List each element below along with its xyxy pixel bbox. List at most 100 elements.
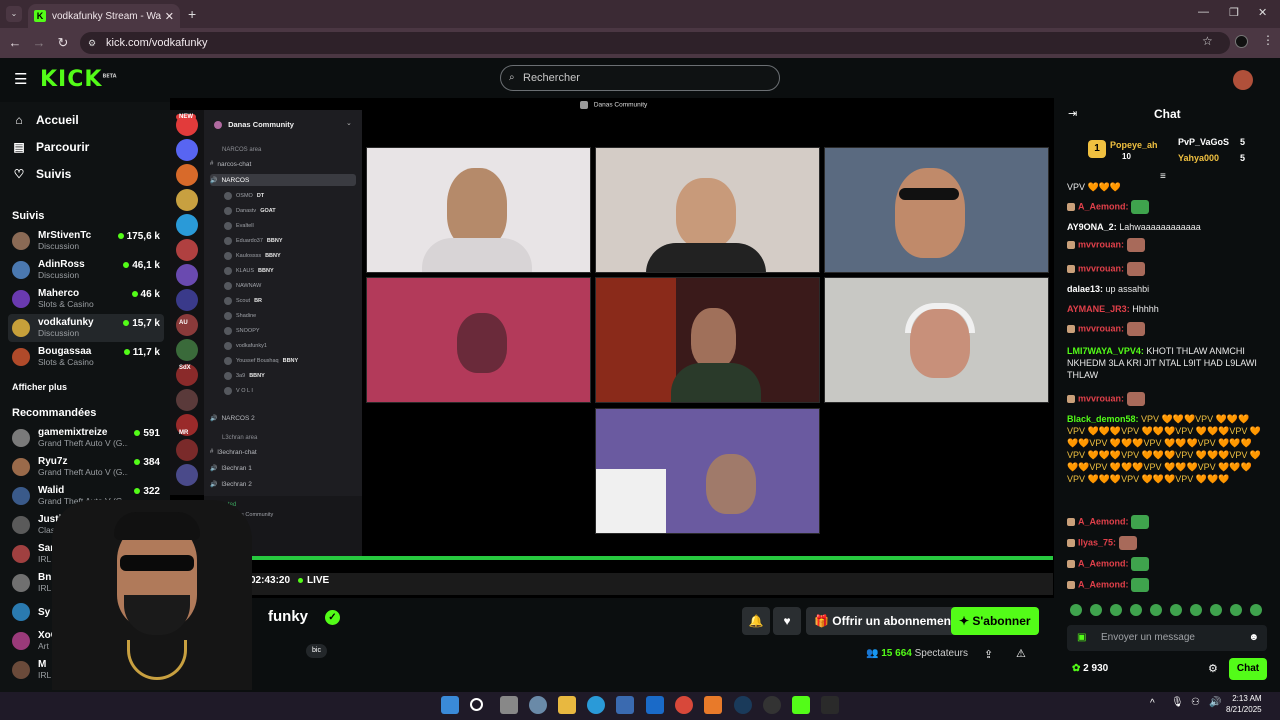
nav-home[interactable]: ⌂ Accueil [12, 113, 78, 127]
discord-server-icon[interactable] [176, 464, 198, 486]
discord-voice-user[interactable]: Scout BR [224, 297, 262, 305]
outlook-icon[interactable] [646, 696, 664, 714]
discord-voice-user[interactable]: KLAUS BBNY [224, 267, 274, 275]
chat-username[interactable]: A_Aemond: [1078, 201, 1129, 211]
profile-avatar[interactable] [1235, 35, 1248, 48]
see-more-link[interactable]: Afficher plus [12, 382, 67, 392]
discord-server-icon[interactable] [176, 239, 198, 261]
discord-voice-user[interactable]: Danastv GOAT [224, 207, 276, 215]
discord-voice-user[interactable]: Shadine [224, 312, 256, 320]
sidebar-channel[interactable]: MrStivenTc Discussion 175,6 k [8, 227, 164, 255]
chat-username[interactable]: Ilyas_75: [1078, 537, 1116, 547]
notification-bell-button[interactable]: 🔔 [742, 607, 770, 635]
chat-message[interactable]: A_Aemond: [1067, 515, 1267, 529]
follow-heart-button[interactable]: ♥ [773, 607, 801, 635]
chat-message[interactable]: mvvrouan: [1067, 322, 1267, 336]
obs-icon[interactable] [763, 696, 781, 714]
send-chat-button[interactable]: Chat [1229, 658, 1267, 680]
discord-server-icon[interactable] [176, 339, 198, 361]
taskbar-search-icon[interactable] [470, 698, 483, 711]
chat-username[interactable]: A_Aemond: [1078, 579, 1129, 589]
discord-server-icon[interactable] [176, 289, 198, 311]
discord-server-icon[interactable] [176, 189, 198, 211]
gift-subscription-button[interactable]: 🎁 Offrir un abonnement [806, 607, 963, 635]
channel-name[interactable]: funky [268, 608, 308, 625]
chat-message[interactable]: mvvrouan: [1067, 238, 1267, 252]
discord-channel[interactable]: 🔊 l3echran 1 [210, 462, 356, 474]
edge-icon[interactable] [587, 696, 605, 714]
store-icon[interactable] [616, 696, 634, 714]
chat-message[interactable]: mvvrouan: [1067, 392, 1267, 406]
report-icon[interactable]: ⚠ [1016, 647, 1026, 660]
kick-app-icon[interactable] [792, 696, 810, 714]
chat-message[interactable]: AYMANE_JR3: Hhhhh [1067, 303, 1267, 315]
app-icon[interactable] [704, 696, 722, 714]
discord-channel[interactable]: # l3echran-chat [210, 446, 356, 458]
chat-message[interactable]: AY9ONA_2: Lahwaaaaaaaaaaaa [1067, 221, 1267, 233]
nav-following[interactable]: ♡ Suivis [12, 167, 72, 181]
chat-message[interactable]: Ilyas_75: [1067, 536, 1267, 550]
emote-shortcut[interactable] [1250, 604, 1262, 616]
discord-voice-user[interactable]: OSMO DT [224, 192, 264, 200]
discord-voice-user[interactable]: Kaulossss BBNY [224, 252, 281, 260]
terminal-icon[interactable] [821, 696, 839, 714]
chat-input[interactable]: ▣ Envoyer un message ☻ [1067, 625, 1267, 651]
discord-channel[interactable]: 🔊 NARCOS [210, 174, 356, 186]
discord-server-icon[interactable] [176, 389, 198, 411]
subscribe-button[interactable]: ✦ S'abonner [951, 607, 1039, 635]
emote-shortcut[interactable] [1130, 604, 1142, 616]
discord-channel[interactable]: # narcos-chat [210, 158, 356, 170]
microphone-icon[interactable]: 🎙 [1171, 697, 1184, 708]
emote-shortcut[interactable] [1110, 604, 1122, 616]
sidebar-channel[interactable]: Maherco Slots & Casino 46 k [8, 285, 164, 313]
restore-icon[interactable]: ❐ [1229, 6, 1239, 19]
discord-voice-user[interactable]: Evaltell [224, 222, 254, 230]
stream-tag[interactable]: bic [306, 644, 327, 658]
hamburger-menu-icon[interactable]: ☰ [14, 70, 27, 88]
chat-username[interactable]: dalae13: [1067, 284, 1103, 294]
network-icon[interactable]: ⚇ [1191, 697, 1200, 708]
browser-menu-icon[interactable]: ⋮ [1262, 33, 1274, 47]
tray-chevron-icon[interactable]: ^ [1150, 698, 1155, 709]
site-info-icon[interactable]: ⚙ [88, 32, 96, 54]
discord-category[interactable]: NARCOS area [222, 147, 261, 153]
file-explorer-icon[interactable] [558, 696, 576, 714]
tab-close-icon[interactable]: ✕ [165, 10, 174, 23]
sidebar-channel[interactable]: Bougassaa Slots & Casino 11,7 k [8, 343, 164, 371]
emote-shortcut[interactable] [1150, 604, 1162, 616]
chevron-down-icon[interactable]: ⌄ [346, 119, 352, 127]
discord-server-icon[interactable] [176, 264, 198, 286]
system-clock[interactable]: 2:13 AM 8/21/2025 [1226, 693, 1262, 715]
discord-server-icon[interactable] [176, 214, 198, 236]
sidebar-channel[interactable]: vodkafunky Discussion 15,7 k [8, 314, 164, 342]
reload-icon[interactable]: ↻ [54, 34, 72, 52]
discord-voice-user[interactable]: Youssef Boushaq BBNY [224, 357, 298, 365]
emote-shortcut[interactable] [1070, 604, 1082, 616]
chat-username[interactable]: mvvrouan: [1078, 323, 1124, 333]
discord-voice-user[interactable]: V O L I [224, 387, 253, 395]
collapse-chat-icon[interactable]: ⇥ [1068, 107, 1077, 120]
chat-message[interactable]: A_Aemond: [1067, 557, 1267, 571]
user-avatar[interactable] [1233, 70, 1253, 90]
settings-icon[interactable] [529, 696, 547, 714]
forward-icon[interactable]: → [30, 34, 48, 52]
channel-points[interactable]: ✿ 2 930 [1072, 663, 1108, 674]
address-bar[interactable]: ⚙ kick.com/vodkafunky [80, 32, 1230, 54]
emote-shortcut[interactable] [1190, 604, 1202, 616]
emote-shortcut[interactable] [1230, 604, 1242, 616]
volume-icon[interactable]: 🔊 [1209, 697, 1221, 708]
emote-shortcut[interactable] [1210, 604, 1222, 616]
discord-channel[interactable]: 🔊 l3echran 2 [210, 478, 356, 490]
discord-category[interactable]: L3chran area [222, 435, 257, 441]
discord-server-icon[interactable] [176, 439, 198, 461]
new-tab-button[interactable]: + [188, 6, 196, 22]
chat-message[interactable]: VPV 🧡🧡🧡 [1067, 181, 1267, 193]
chat-settings-icon[interactable]: ⚙ [1208, 662, 1218, 675]
emoji-icon[interactable]: ☻ [1248, 625, 1259, 651]
discord-voice-user[interactable]: SNOOPY [224, 327, 260, 335]
discord-server-icon[interactable] [176, 139, 198, 161]
chat-message[interactable]: mvvrouan: [1067, 262, 1267, 276]
discord-voice-user[interactable]: NAWNAW [224, 282, 261, 290]
emote-shortcut[interactable] [1170, 604, 1182, 616]
chat-username[interactable]: mvvrouan: [1078, 239, 1124, 249]
